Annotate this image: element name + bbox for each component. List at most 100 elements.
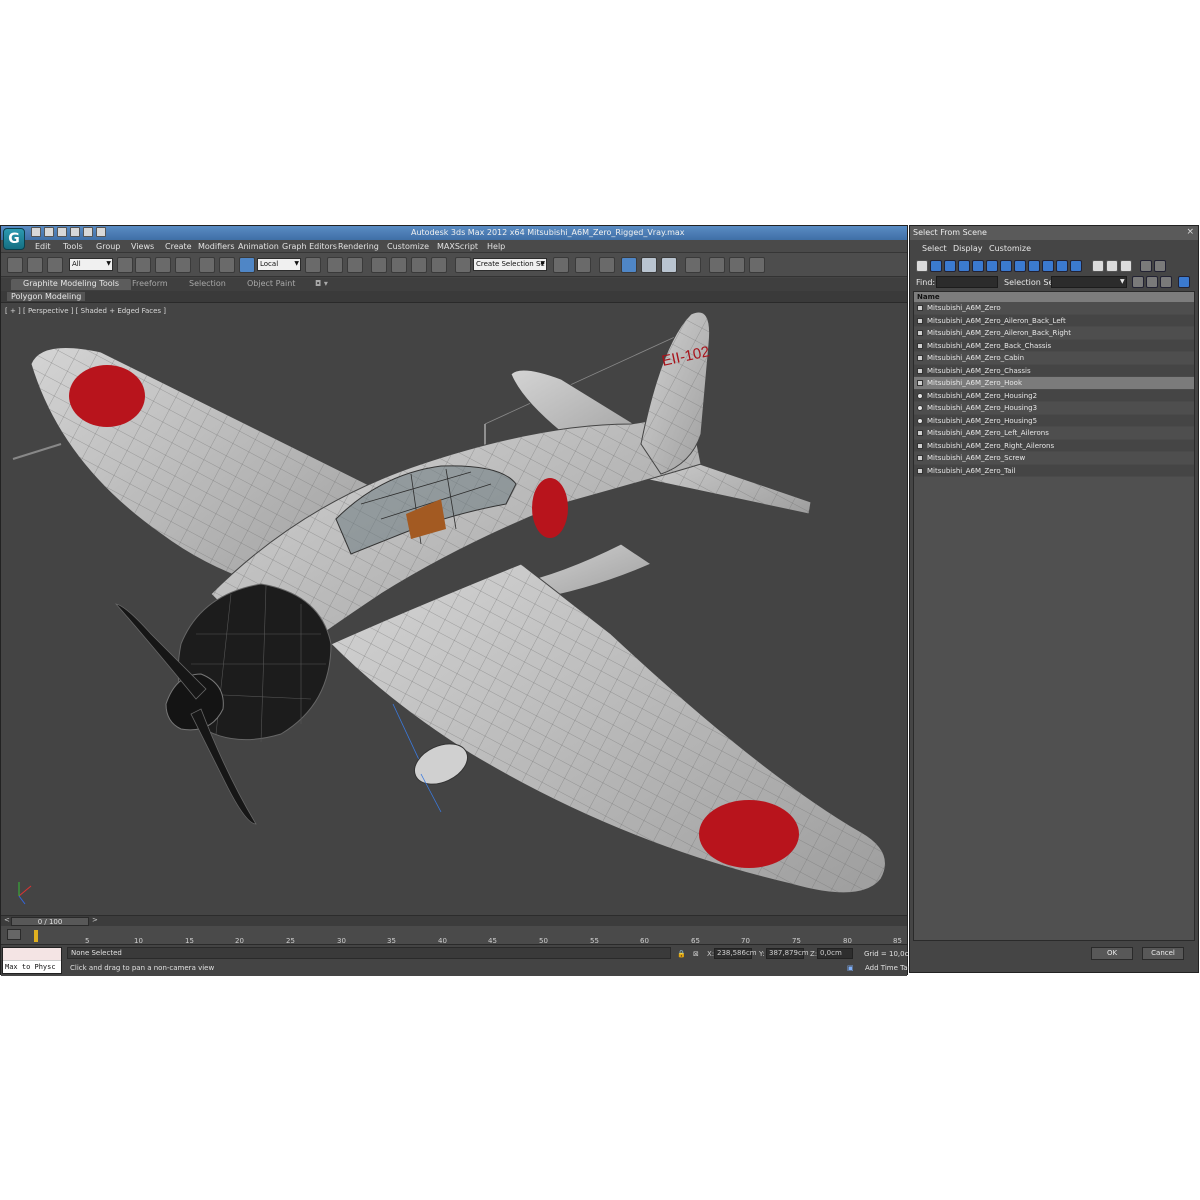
sync-selection-icon[interactable] bbox=[1178, 276, 1190, 288]
list-item[interactable]: Mitsubishi_A6M_Zero_Back_Chassis bbox=[914, 339, 1194, 352]
select-children-icon[interactable] bbox=[1160, 276, 1172, 288]
menu-modifiers[interactable]: Modifiers bbox=[198, 242, 235, 251]
select-and-manipulate-icon[interactable] bbox=[327, 257, 343, 273]
tab-graphite-modeling-tools[interactable]: Graphite Modeling Tools bbox=[11, 279, 132, 290]
tab-selection[interactable]: Selection bbox=[189, 279, 226, 290]
select-by-name-icon[interactable] bbox=[135, 257, 151, 273]
display-bones-icon[interactable] bbox=[1028, 260, 1040, 272]
keyboard-shortcut-override-icon[interactable] bbox=[347, 257, 363, 273]
dialog-menu-customize[interactable]: Customize bbox=[989, 244, 1031, 253]
open-file-icon[interactable] bbox=[44, 227, 54, 237]
bind-to-space-warp-icon[interactable] bbox=[47, 257, 63, 273]
list-item[interactable]: Mitsubishi_A6M_Zero_Housing5 bbox=[914, 414, 1194, 427]
menu-create[interactable]: Create bbox=[165, 242, 192, 251]
maxscript-input[interactable] bbox=[3, 948, 61, 961]
menu-maxscript[interactable]: MAXScript bbox=[437, 242, 478, 251]
z-coordinate-field[interactable]: 0,0cm bbox=[817, 948, 853, 959]
chevron-down-icon[interactable]: ▼ bbox=[1120, 278, 1125, 285]
absolute-mode-icon[interactable]: ⊠ bbox=[693, 950, 699, 958]
ribbon-options-icon[interactable]: ◘ ▾ bbox=[315, 279, 328, 290]
select-dependents-icon[interactable] bbox=[1146, 276, 1158, 288]
maxscript-listener[interactable]: Max to Physc bbox=[2, 947, 62, 974]
percent-snap-icon[interactable] bbox=[411, 257, 427, 273]
dialog-menu-display[interactable]: Display bbox=[953, 244, 983, 253]
time-slider-thumb[interactable]: 0 / 100 bbox=[11, 917, 89, 926]
list-item[interactable]: Mitsubishi_A6M_Zero_Screw bbox=[914, 452, 1194, 465]
find-input[interactable] bbox=[936, 276, 998, 288]
list-item[interactable]: Mitsubishi_A6M_Zero_Aileron_Back_Right bbox=[914, 327, 1194, 340]
use-pivot-center-icon[interactable] bbox=[305, 257, 321, 273]
menu-edit[interactable]: Edit bbox=[35, 242, 51, 251]
unlink-selection-icon[interactable] bbox=[27, 257, 43, 273]
track-bar[interactable]: 5 10 15 20 25 30 35 40 45 50 55 60 65 70… bbox=[1, 926, 907, 945]
display-groups-icon[interactable] bbox=[1000, 260, 1012, 272]
manage-layers-icon[interactable] bbox=[599, 257, 615, 273]
tab-object-paint[interactable]: Object Paint bbox=[247, 279, 295, 290]
mirror-icon[interactable] bbox=[553, 257, 569, 273]
redo-icon[interactable] bbox=[83, 227, 93, 237]
lock-selection-icon[interactable]: 🔒 bbox=[677, 950, 686, 958]
select-and-rotate-icon[interactable] bbox=[219, 257, 235, 273]
cancel-button[interactable]: Cancel bbox=[1142, 947, 1184, 960]
selection-filter-dropdown[interactable]: All ▼ bbox=[69, 258, 113, 271]
time-slider[interactable]: < 0 / 100 > bbox=[1, 915, 907, 926]
previous-frame-icon[interactable]: < bbox=[4, 916, 10, 924]
ok-button[interactable]: OK bbox=[1091, 947, 1133, 960]
window-crossing-icon[interactable] bbox=[175, 257, 191, 273]
menu-views[interactable]: Views bbox=[131, 242, 154, 251]
filter-icon[interactable] bbox=[1140, 260, 1152, 272]
name-column-header[interactable]: Name bbox=[914, 292, 1194, 302]
graphite-ribbon-icon[interactable] bbox=[621, 257, 637, 273]
select-and-link-icon[interactable] bbox=[7, 257, 23, 273]
tab-freeform[interactable]: Freeform bbox=[132, 279, 168, 290]
selection-set-dropdown[interactable] bbox=[1051, 276, 1127, 288]
menu-rendering[interactable]: Rendering bbox=[338, 242, 379, 251]
align-icon[interactable] bbox=[575, 257, 591, 273]
dialog-menu-select[interactable]: Select bbox=[922, 244, 947, 253]
display-none-icon[interactable] bbox=[1106, 260, 1118, 272]
list-item[interactable]: Mitsubishi_A6M_Zero_Right_Ailerons bbox=[914, 439, 1194, 452]
display-helpers-icon[interactable] bbox=[972, 260, 984, 272]
snaps-toggle-icon[interactable] bbox=[371, 257, 387, 273]
list-item[interactable]: Mitsubishi_A6M_Zero_Hook bbox=[914, 377, 1194, 390]
display-space-warps-icon[interactable] bbox=[986, 260, 998, 272]
menu-graph-editors[interactable]: Graph Editors bbox=[282, 242, 337, 251]
rectangular-selection-icon[interactable] bbox=[155, 257, 171, 273]
spinner-snap-icon[interactable] bbox=[431, 257, 447, 273]
list-item[interactable]: Mitsubishi_A6M_Zero_Cabin bbox=[914, 352, 1194, 365]
save-file-icon[interactable] bbox=[57, 227, 67, 237]
polygon-modeling-panel[interactable]: Polygon Modeling bbox=[7, 292, 86, 301]
render-setup-icon[interactable] bbox=[709, 257, 725, 273]
menu-group[interactable]: Group bbox=[96, 242, 120, 251]
display-geometry-icon[interactable] bbox=[916, 260, 928, 272]
menu-tools[interactable]: Tools bbox=[63, 242, 83, 251]
edit-named-selection-icon[interactable] bbox=[455, 257, 471, 273]
display-shapes-icon[interactable] bbox=[930, 260, 942, 272]
list-item[interactable]: Mitsubishi_A6M_Zero_Aileron_Back_Left bbox=[914, 314, 1194, 327]
y-coordinate-field[interactable]: 387,879cm bbox=[766, 948, 809, 959]
select-and-scale-icon[interactable] bbox=[239, 257, 255, 273]
close-icon[interactable]: × bbox=[1186, 227, 1194, 237]
named-selection-dropdown[interactable]: Create Selection Se ▼ bbox=[473, 258, 547, 271]
list-item[interactable]: Mitsubishi_A6M_Zero_Tail bbox=[914, 464, 1194, 477]
aircraft-model[interactable]: EII-102 bbox=[1, 304, 907, 915]
perspective-viewport[interactable]: EII-102 [+] [Perspective] [Shaded +… bbox=[1, 304, 907, 915]
create-selection-set-icon[interactable] bbox=[1132, 276, 1144, 288]
undo-icon[interactable] bbox=[70, 227, 80, 237]
rendered-frame-window-icon[interactable] bbox=[729, 257, 745, 273]
display-invert-icon[interactable] bbox=[1120, 260, 1132, 272]
sort-icon[interactable] bbox=[1154, 260, 1166, 272]
project-folder-icon[interactable] bbox=[96, 227, 106, 237]
display-xrefs-icon[interactable] bbox=[1014, 260, 1026, 272]
render-production-icon[interactable] bbox=[749, 257, 765, 273]
new-file-icon[interactable] bbox=[31, 227, 41, 237]
x-coordinate-field[interactable]: 238,586cm bbox=[714, 948, 757, 959]
next-frame-icon[interactable]: > bbox=[92, 916, 98, 924]
time-tag-icon[interactable]: ▣ bbox=[847, 964, 854, 972]
select-object-icon[interactable] bbox=[117, 257, 133, 273]
material-editor-icon[interactable] bbox=[685, 257, 701, 273]
menu-customize[interactable]: Customize bbox=[387, 242, 429, 251]
curve-editor-icon[interactable] bbox=[641, 257, 657, 273]
list-item[interactable]: Mitsubishi_A6M_Zero bbox=[914, 302, 1194, 315]
app-logo-button[interactable]: G bbox=[3, 228, 25, 250]
